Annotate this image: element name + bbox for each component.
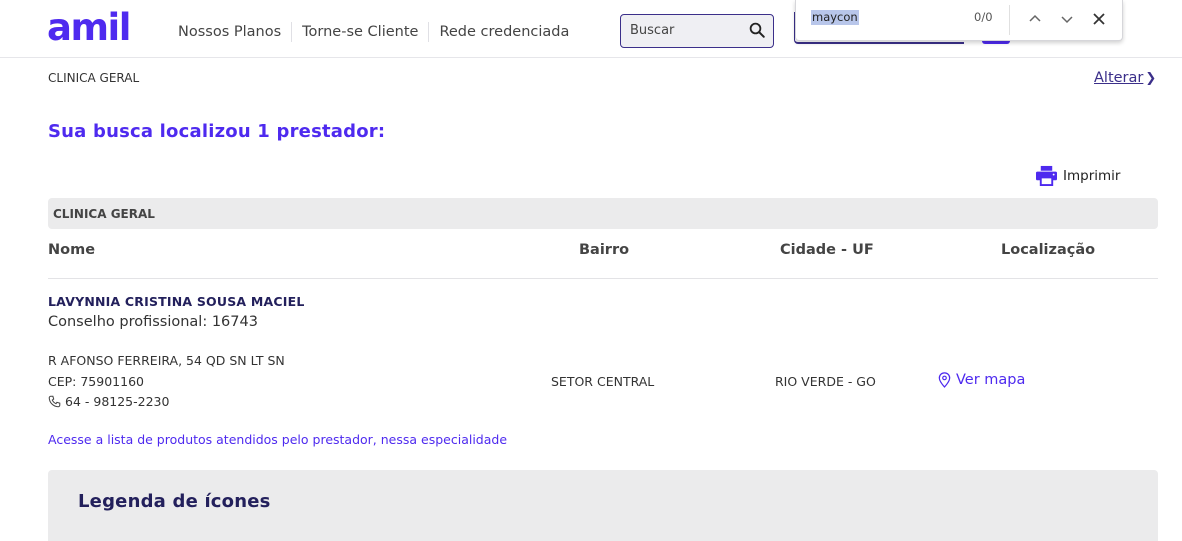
search-box — [620, 14, 774, 48]
specialty-section-header: CLINICA GERAL — [48, 198, 1158, 229]
find-bar-divider — [1009, 5, 1010, 35]
column-header-city: Cidade - UF — [780, 242, 874, 258]
chevron-down-icon[interactable] — [1058, 10, 1076, 28]
close-icon[interactable] — [1090, 10, 1108, 28]
nav-item-torne-se-cliente[interactable]: Torne-se Cliente — [292, 22, 430, 42]
view-map-link[interactable]: Ver mapa — [938, 372, 1025, 388]
provider-neighborhood: SETOR CENTRAL — [551, 374, 655, 389]
results-title: Sua busca localizou 1 prestador: — [48, 121, 386, 142]
provider-cep: CEP: 75901160 — [48, 374, 144, 389]
provider-name: LAVYNNIA CRISTINA SOUSA MACIEL — [48, 294, 305, 309]
provider-products-link[interactable]: Acesse a lista de produtos atendidos pel… — [48, 432, 507, 447]
phone-icon — [48, 395, 61, 408]
provider-phone: 64 - 98125-2230 — [48, 394, 169, 409]
section-title: CLINICA GERAL — [53, 207, 155, 221]
chevron-right-icon: ❯ — [1145, 71, 1157, 86]
provider-phone-number: 64 - 98125-2230 — [65, 394, 170, 409]
nav-item-rede-credenciada[interactable]: Rede credenciada — [429, 22, 579, 42]
chevron-up-icon[interactable] — [1026, 10, 1044, 28]
table-divider — [48, 278, 1158, 279]
print-label: Imprimir — [1063, 167, 1121, 184]
specialty-filter-label: CLINICA GERAL — [48, 71, 140, 85]
column-header-neighborhood: Bairro — [579, 242, 630, 258]
main-nav: Nossos Planos Torne-se Cliente Rede cred… — [178, 22, 579, 42]
legend-title: Legenda de ícones — [78, 491, 271, 512]
search-input[interactable] — [621, 15, 741, 46]
provider-address: R AFONSO FERREIRA, 54 QD SN LT SN — [48, 353, 285, 368]
icon-legend-panel: Legenda de ícones — [48, 470, 1158, 541]
find-input[interactable]: maycon — [811, 10, 859, 25]
find-bar: maycon 0/0 — [795, 0, 1123, 41]
provider-council: Conselho profissional: 16743 — [48, 314, 258, 330]
find-match-count: 0/0 — [974, 10, 993, 24]
column-header-location: Localização — [1001, 242, 1096, 258]
change-filter-link[interactable]: Alterar ❯ — [1094, 70, 1156, 86]
search-icon[interactable] — [748, 21, 766, 39]
map-pin-icon — [938, 372, 951, 388]
column-header-name: Nome — [48, 242, 96, 258]
nav-item-nossos-planos[interactable]: Nossos Planos — [178, 22, 293, 42]
amil-logo[interactable]: amil — [47, 6, 131, 49]
print-button[interactable]: Imprimir — [1035, 165, 1120, 186]
change-filter-label: Alterar — [1094, 70, 1144, 86]
view-map-label: Ver mapa — [956, 372, 1026, 388]
provider-city: RIO VERDE - GO — [775, 374, 876, 389]
printer-icon — [1036, 165, 1057, 186]
